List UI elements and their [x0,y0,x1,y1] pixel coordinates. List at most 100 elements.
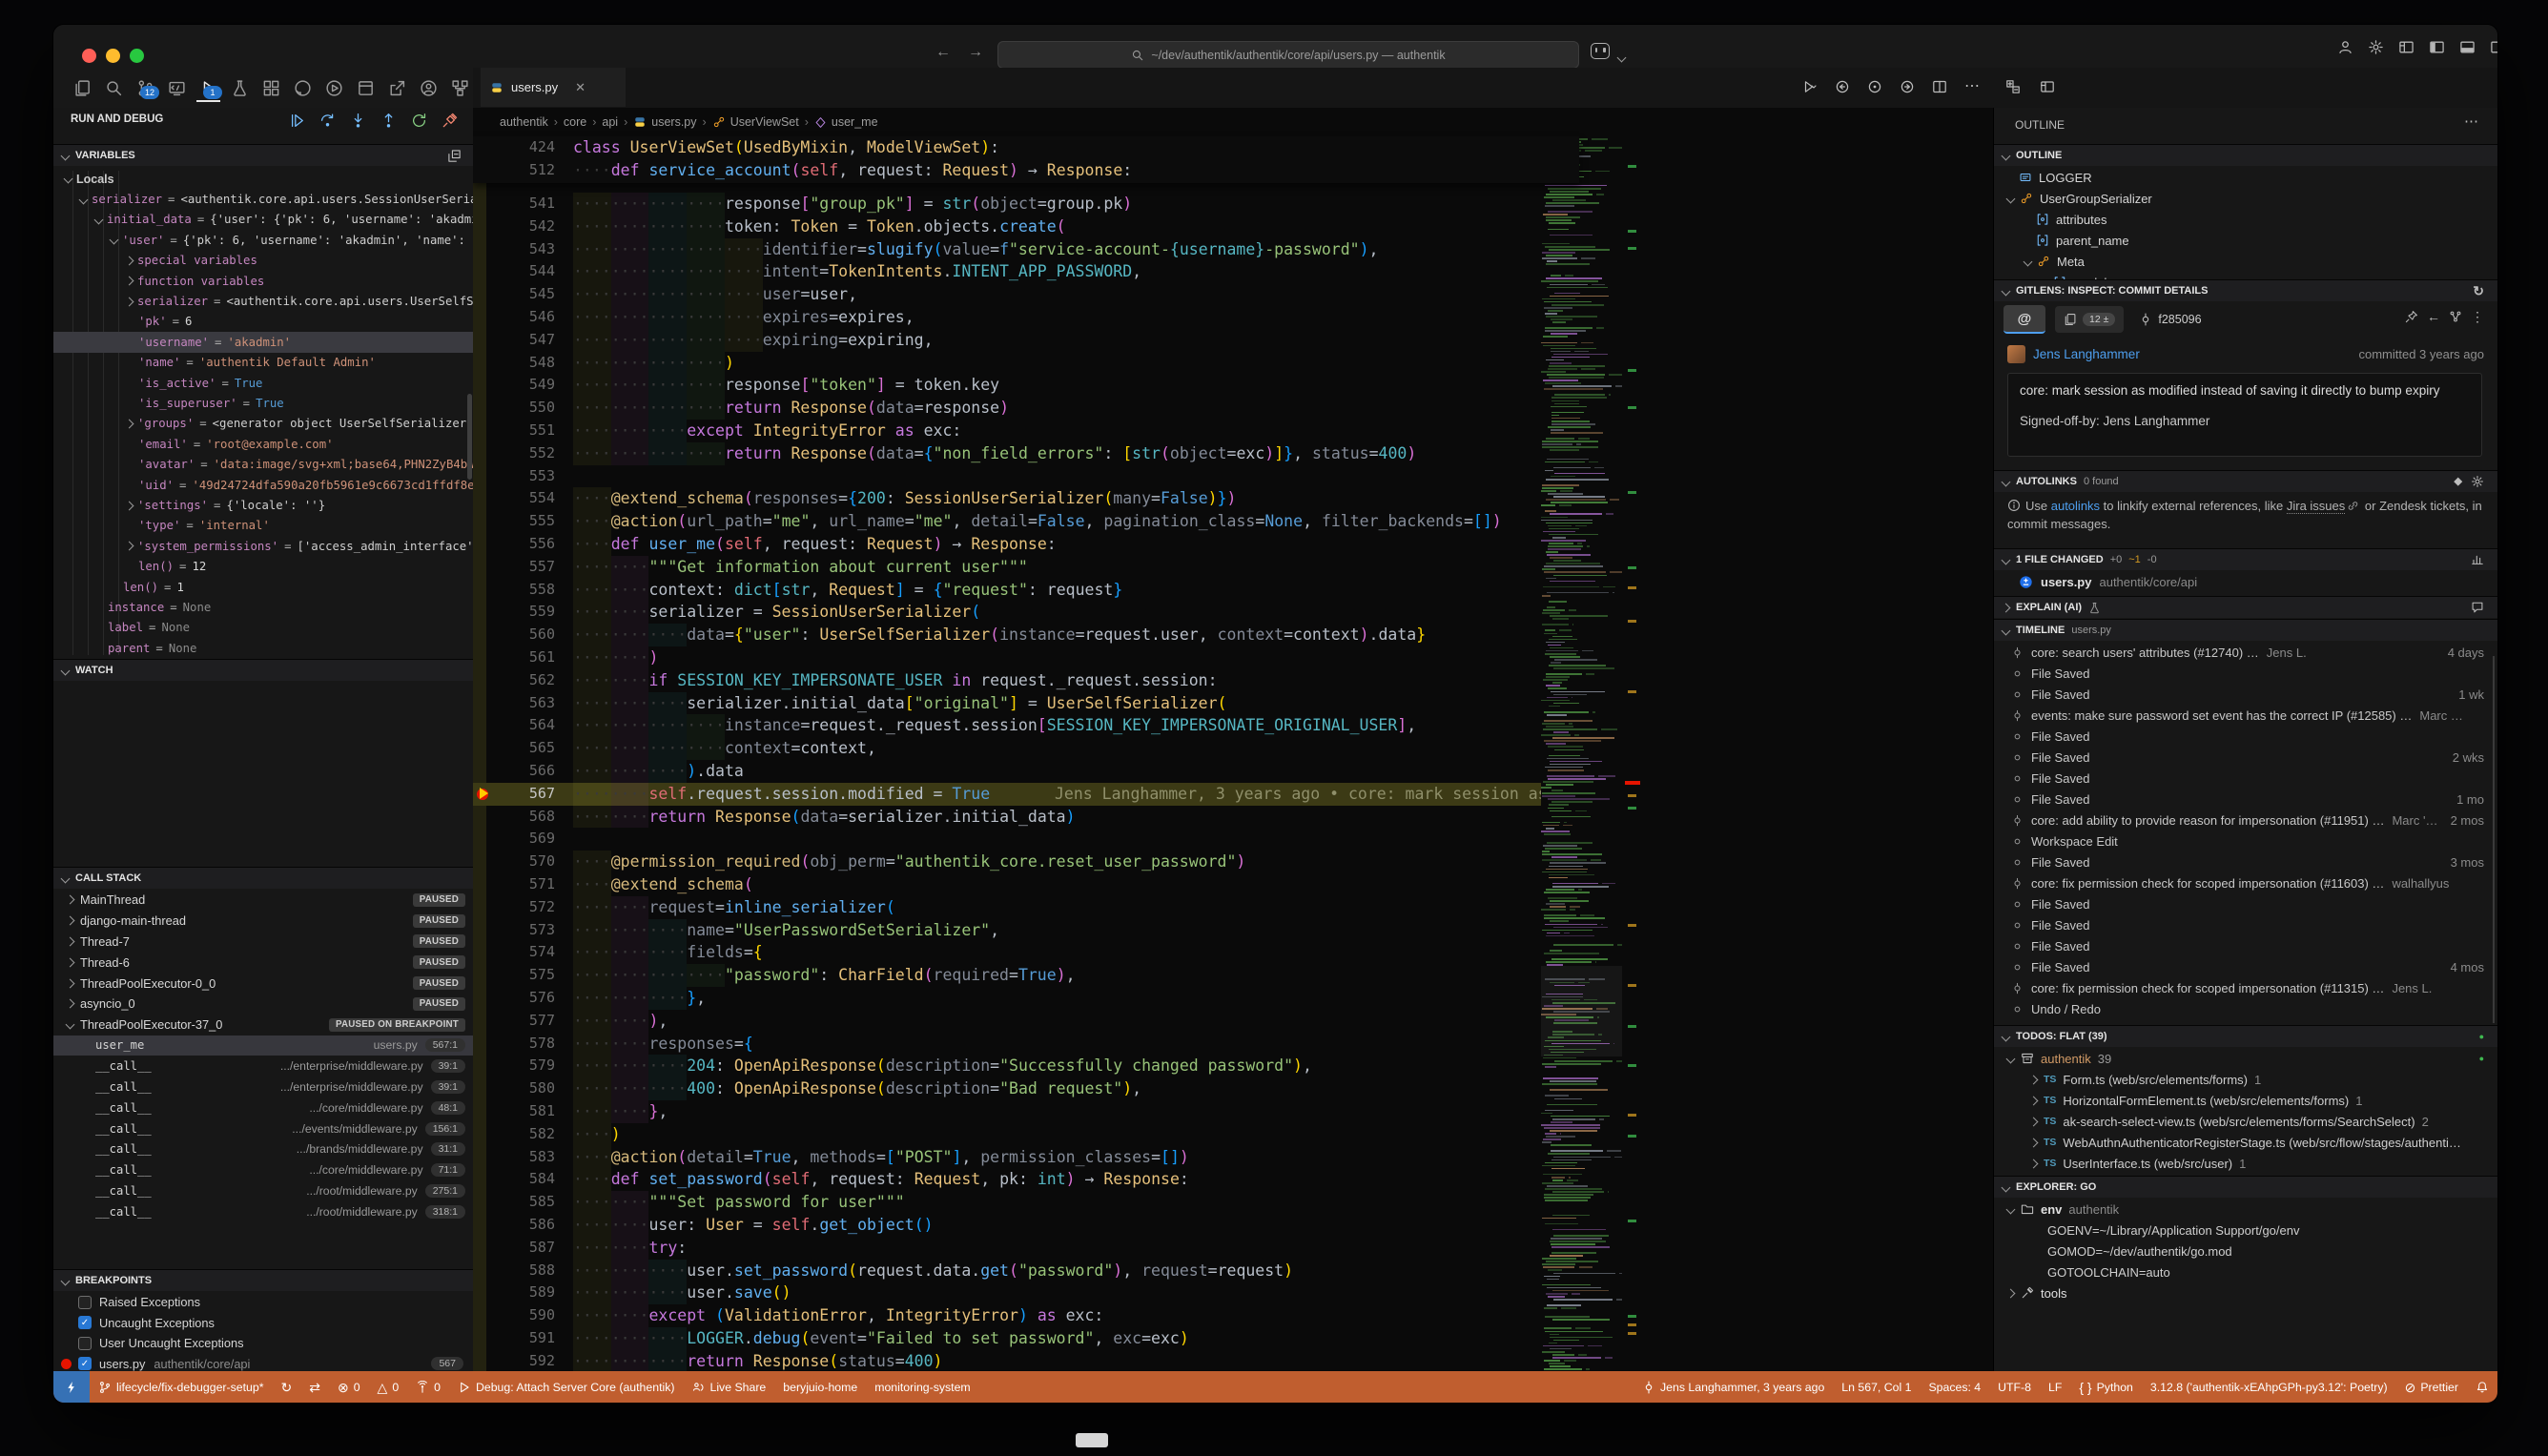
variable-row[interactable]: 'name'='authentik Default Admin' [53,353,473,373]
variable-row[interactable]: serializer=<authentik.core.api.users.Use… [53,291,473,311]
call-stack-frame[interactable]: __call__.../core/middleware.py48:1 [53,1097,473,1118]
command-center[interactable]: ~/dev/authentik/authentik/core/api/users… [997,41,1579,69]
variable-row[interactable]: instance=None [53,597,473,617]
code-line[interactable]: 584····def set_password(self, request: R… [473,1168,1994,1191]
activity-item-remote-window[interactable] [165,75,189,100]
breakpoint-row[interactable]: ✓Uncaught Exceptions [53,1313,473,1334]
code-line[interactable]: 579············204: OpenApiResponse(desc… [473,1055,1994,1077]
restart-button[interactable] [408,110,429,131]
call-stack-frame[interactable]: __call__.../events/middleware.py156:1 [53,1118,473,1139]
code-line[interactable]: 568········return Response(data=serializ… [473,806,1994,829]
go-env-row[interactable]: envauthentik [1994,1199,2497,1220]
go-env-var[interactable]: GOTOOLCHAIN=auto [2047,1261,2497,1282]
continue-button[interactable] [286,110,307,131]
settings-icon[interactable] [2471,475,2484,488]
todo-file-row[interactable]: TSWebAuthnAuthenticatorRegisterStage.ts … [1994,1132,2497,1153]
author-link[interactable]: Jens Langhammer [2033,347,2140,361]
explain-ai-section-header[interactable]: EXPLAIN (AI) [1994,596,2497,618]
variable-row[interactable]: Locals [53,169,473,189]
variable-row[interactable]: len()=1 [53,577,473,597]
back-icon[interactable]: ← [2427,310,2440,323]
minimap-slider[interactable] [1541,966,1622,1056]
code-line[interactable]: 583····@action(detail=True, methods=["PO… [473,1146,1994,1169]
ports-status[interactable]: 0 [407,1371,449,1403]
timeline-item[interactable]: Undo / Redo [1994,998,2497,1019]
breadcrumb-item-userviewset[interactable]: UserViewSet [712,115,799,129]
code-line[interactable]: 578········responses={ [473,1033,1994,1056]
code-line[interactable]: 548················) [473,352,1994,375]
timeline-section-header[interactable]: TIMELINEusers.py [1994,619,2497,641]
breadcrumb-item-user-me[interactable]: user_me [814,115,878,129]
breadcrumb[interactable]: authentik›core›api›users.py›UserViewSet›… [500,108,878,136]
timeline-item[interactable]: events: make sure password set event has… [1994,705,2497,726]
breakpoint-row[interactable]: User Uncaught Exceptions [53,1333,473,1354]
code-line[interactable]: 562········if SESSION_KEY_IMPERSONATE_US… [473,669,1994,692]
tab-users-py[interactable]: users.py ✕ [481,68,626,107]
variable-row[interactable]: 'uid'='49d24724dfa590a20fb5961e9c6673cd1… [53,475,473,495]
todo-file-row[interactable]: TSak-search-select-view.ts (web/src/elem… [1994,1111,2497,1132]
code-line[interactable]: 555····@action(url_path="me", url_name="… [473,510,1994,533]
step-into-button[interactable] [347,110,368,131]
code-line[interactable]: 542················token: Token = Token.… [473,215,1994,238]
breakpoint-checkbox[interactable] [78,1337,92,1350]
code-line[interactable]: 567········self.request.session.modified… [473,783,1994,806]
variable-row[interactable]: special variables [53,251,473,271]
activity-item-box[interactable] [354,75,378,100]
code-line[interactable]: 552················return Response(data=… [473,442,1994,465]
variable-row[interactable]: 'pk'=6 [53,312,473,332]
activity-item-run-debug[interactable]: 1 [196,75,220,102]
autolink-icon[interactable]: ◆ [2455,475,2462,488]
code-line[interactable]: 549················response["token"] = t… [473,374,1994,397]
remote-indicator[interactable] [53,1371,90,1403]
notifications-bell[interactable] [2467,1371,2497,1403]
variable-row[interactable]: 'avatar'='data:image/svg+xml;base64,PHN2… [53,455,473,475]
code-line[interactable]: 570····@permission_required(obj_perm="au… [473,851,1994,873]
gitlens-tab-files[interactable]: 12 ± [2055,306,2124,333]
timeline-item[interactable]: File Saved [1994,914,2497,935]
titlebar-layout-button[interactable] [2395,36,2416,57]
todo-file-row[interactable]: TSForm.ts (web/src/elements/forms)1 [1994,1069,2497,1090]
activity-item-source-control[interactable]: 12 [134,75,157,100]
code-line[interactable]: 543····················identifier=slugif… [473,238,1994,261]
outline-item-parent_name[interactable]: parent_name [1994,230,2497,251]
call-stack-frame[interactable]: __call__.../brands/middleware.py31:1 [53,1139,473,1160]
outline-item-usergroupserializer[interactable]: UserGroupSerializer [1994,188,2497,209]
collapse-variables-icon[interactable] [447,149,462,163]
titlebar-gear-button[interactable] [2365,36,2386,57]
code-line[interactable]: 589············user.save() [473,1282,1994,1304]
call-stack-thread[interactable]: ThreadPoolExecutor-37_0PAUSED ON BREAKPO… [53,1015,473,1036]
breadcrumb-item-authentik[interactable]: authentik [500,115,548,129]
titlebar-panel-bottom-button[interactable] [2456,36,2477,57]
variable-row[interactable]: initial_data={'user': {'pk': 6, 'usernam… [53,210,473,230]
copilot-icon[interactable] [1591,43,1610,59]
host-status[interactable]: beryjuio-home [774,1371,866,1403]
variable-row[interactable]: 'is_active'=True [53,373,473,393]
code-line[interactable]: 565················context=context, [473,737,1994,760]
file-changed-section-header[interactable]: 1 FILE CHANGED+0~1-0 [1994,548,2497,570]
code-line[interactable]: 544····················intent=TokenInten… [473,260,1994,283]
breakpoint-checkbox[interactable]: ✓ [78,1357,92,1370]
timeline-item[interactable]: File Saved4 mos [1994,956,2497,977]
breakpoints-section-header[interactable]: BREAKPOINTS [53,1269,473,1291]
code-line[interactable]: 556····def user_me(self, request: Reques… [473,533,1994,556]
breakpoint-row[interactable]: Raised Exceptions [53,1292,473,1313]
go-env-var[interactable]: GOENV=~/Library/Application Support/go/e… [2047,1220,2497,1241]
variable-row[interactable]: 'is_superuser'=True [53,393,473,413]
stats-icon[interactable] [2471,553,2484,566]
variable-row[interactable]: 'groups'=<generator object UserSelfSeria… [53,414,473,434]
problems-status[interactable]: ⊗0 [329,1371,369,1403]
branch-status[interactable]: lifecycle/fix-debugger-setup* [90,1371,272,1403]
timeline-item[interactable]: core: add ability to provide reason for … [1994,810,2497,831]
breadcrumb-item-api[interactable]: api [602,115,618,129]
sync-status[interactable]: ↻ [272,1371,300,1403]
code-line[interactable]: 547····················expiring=expiring… [473,329,1994,352]
monitoring-status[interactable]: monitoring-system [866,1371,978,1403]
nav-back-icon[interactable]: ← [935,44,951,61]
code-line[interactable]: 554····@extend_schema(responses={200: Se… [473,487,1994,510]
step-forward-button[interactable] [1898,77,1917,96]
cursor-position[interactable]: Ln 567, Col 1 [1833,1371,1920,1403]
timeline-item[interactable]: File Saved1 mo [1994,789,2497,810]
code-line[interactable]: 586········user: User = self.get_object(… [473,1214,1994,1237]
activity-item-run-circle[interactable] [322,75,346,100]
code-line[interactable]: 573············name="UserPasswordSetSeri… [473,919,1994,942]
